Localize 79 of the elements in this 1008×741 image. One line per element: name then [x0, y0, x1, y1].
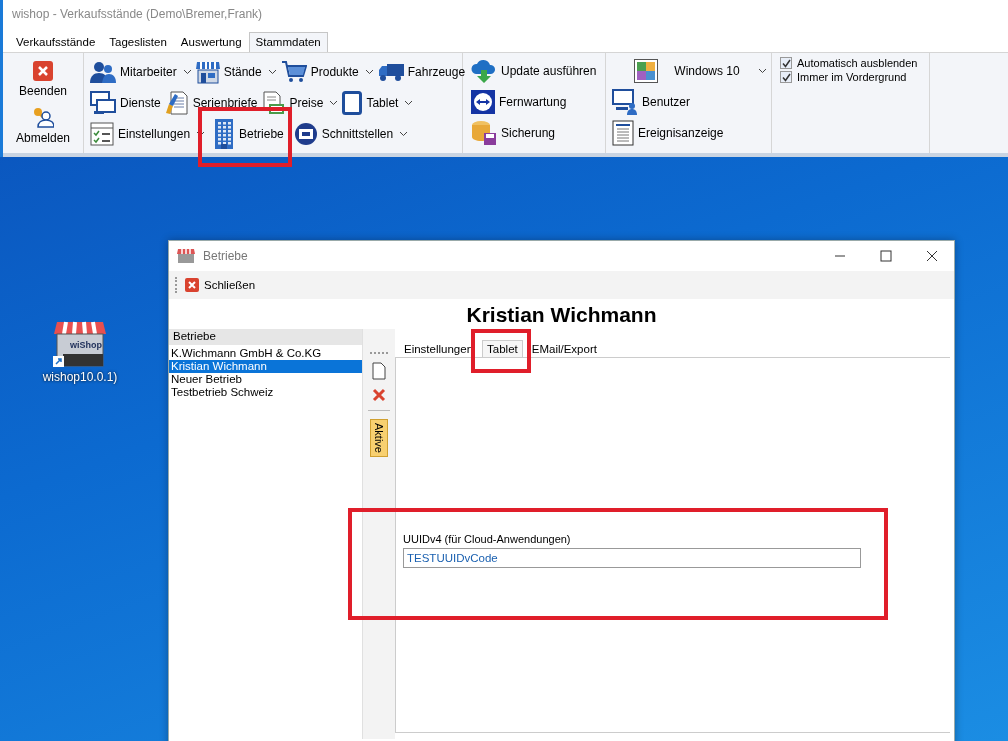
- building-icon: [213, 117, 236, 150]
- list-item[interactable]: Testbetrieb Schweiz: [169, 386, 362, 399]
- ribbon-button[interactable]: Einstellungen: [90, 119, 206, 148]
- monitor-icon: [90, 91, 116, 115]
- ribbon-button[interactable]: Update ausführen: [471, 57, 601, 85]
- shop-icon: [177, 248, 195, 264]
- cart-icon: [280, 60, 307, 85]
- ribbon-button[interactable]: Dienste: [90, 89, 161, 117]
- ribbon-tab[interactable]: Tageslisten: [102, 32, 174, 52]
- ribbon-button[interactable]: Serienbriefe: [164, 89, 258, 117]
- list-item[interactable]: Kristian Wichmann: [169, 360, 362, 373]
- new-document-icon[interactable]: [372, 362, 386, 380]
- tab[interactable]: EMail/Export: [526, 340, 602, 357]
- cloud-download-icon: [471, 58, 497, 84]
- checkbox[interactable]: [780, 57, 792, 69]
- exit-button[interactable]: Beenden: [18, 61, 67, 98]
- ribbon-button[interactable]: Benutzer: [612, 88, 767, 116]
- ribbon-button[interactable]: Ereignisanzeige: [612, 119, 767, 147]
- price-list-icon: [261, 91, 286, 115]
- close-icon[interactable]: [926, 250, 938, 262]
- tab[interactable]: Einstellungen: [399, 340, 479, 357]
- ribbon-button[interactable]: Stände: [195, 58, 277, 87]
- monitor-user-icon: [612, 89, 638, 115]
- document-pen-icon: [164, 91, 189, 115]
- chevron-down-icon: [196, 130, 206, 137]
- delete-icon[interactable]: [372, 388, 386, 402]
- chevron-down-icon: [267, 69, 277, 76]
- close-button[interactable]: Schließen: [185, 278, 256, 292]
- active-filter-button[interactable]: Aktive: [370, 419, 388, 457]
- ribbon-tab[interactable]: Verkaufsstände: [9, 32, 103, 52]
- remote-arrows-icon: [471, 90, 495, 114]
- color-tiles-icon: [634, 59, 658, 83]
- tablet-icon: [342, 91, 363, 115]
- highlight-frame: [471, 329, 531, 373]
- chevron-down-icon: [758, 68, 767, 74]
- chevron-down-icon: [182, 69, 192, 76]
- option-checkbox[interactable]: Immer im Vordergrund: [780, 71, 925, 83]
- close-icon: [33, 61, 53, 81]
- ribbon-button[interactable]: Produkte: [280, 58, 374, 87]
- database-save-icon: [471, 120, 497, 146]
- logo-text: wiShop: [70, 340, 102, 350]
- ribbon-button[interactable]: Mitarbeiter: [90, 58, 192, 87]
- field-label: UUIDv4 (für Cloud-Anwendungen): [403, 533, 572, 545]
- close-icon: [185, 278, 199, 292]
- store-icon: [195, 60, 220, 85]
- key-user-icon: [32, 106, 54, 128]
- ribbon-button[interactable]: Schnittstellen: [293, 119, 409, 148]
- theme-dropdown[interactable]: Windows 10: [612, 57, 767, 85]
- truck-icon: [377, 62, 404, 83]
- chevron-down-icon: [399, 130, 409, 137]
- ribbon-tab[interactable]: Stammdaten: [248, 32, 328, 52]
- logout-button[interactable]: Abmelden: [15, 106, 70, 145]
- checkbox[interactable]: [780, 71, 792, 83]
- dialog-title: Betriebe: [203, 249, 248, 263]
- ribbon-button[interactable]: Fernwartung: [471, 88, 601, 116]
- ribbon-button[interactable]: Betriebe: [213, 119, 284, 148]
- people-icon: [90, 60, 116, 85]
- list-item[interactable]: Neuer Betrieb: [169, 373, 362, 386]
- list-item[interactable]: K.Wichmann GmbH & Co.KG: [169, 347, 362, 360]
- ribbon-button[interactable]: Fahrzeuge: [377, 58, 466, 87]
- input-field[interactable]: TESTUUIDvCode: [403, 548, 861, 568]
- option-checkbox[interactable]: Automatisch ausblenden: [780, 57, 925, 69]
- chevron-down-icon: [329, 100, 339, 106]
- ribbon-button[interactable]: Tablet: [342, 89, 414, 117]
- chevron-down-icon: [404, 100, 414, 106]
- interface-icon: [293, 121, 318, 146]
- desktop-shortcut[interactable]: wiShop wishop10.0.1): [42, 320, 118, 384]
- maximize-icon[interactable]: [880, 250, 892, 262]
- list-header: Betriebe: [169, 329, 362, 345]
- ribbon-tab[interactable]: Auswertung: [173, 32, 249, 52]
- ribbon-button[interactable]: Preise: [261, 89, 339, 117]
- window-title: wishop - Verkaufsstände (Demo\Bremer,Frank): [12, 7, 263, 21]
- checklist-icon: [90, 121, 114, 146]
- chevron-down-icon: [364, 69, 374, 76]
- list-document-icon: [612, 120, 634, 146]
- shop-logo-icon: [53, 320, 107, 368]
- ribbon-button[interactable]: Sicherung: [471, 119, 601, 147]
- record-heading: Kristian Wichmann: [466, 303, 657, 326]
- tab[interactable]: Tablet: [482, 340, 523, 357]
